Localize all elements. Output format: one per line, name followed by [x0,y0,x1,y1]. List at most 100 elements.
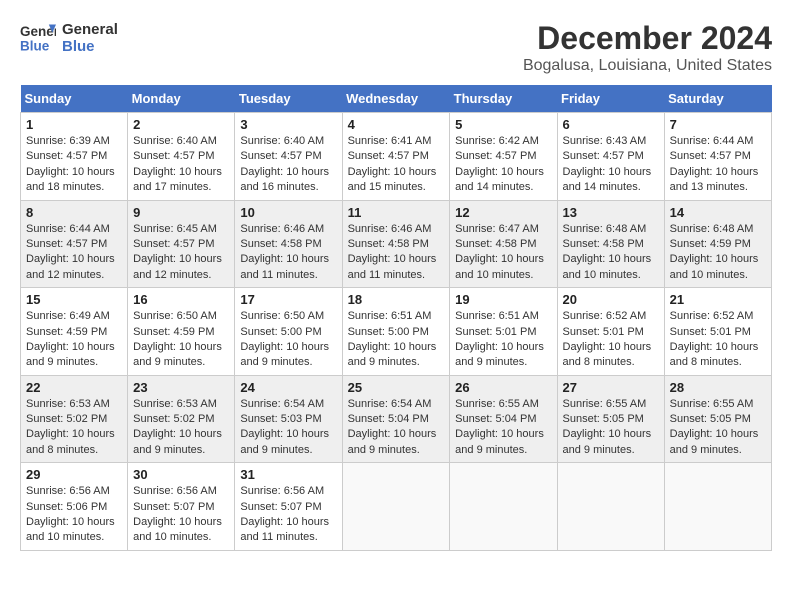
calendar-day-cell: 16 Sunrise: 6:50 AMSunset: 4:59 PMDayligh… [128,288,235,376]
day-of-week-header: Tuesday [235,85,342,113]
day-of-week-header: Monday [128,85,235,113]
day-number: 12 [455,205,551,220]
day-number: 14 [670,205,766,220]
day-of-week-header: Sunday [21,85,128,113]
calendar-day-cell: 24 Sunrise: 6:54 AMSunset: 5:03 PMDayligh… [235,375,342,463]
calendar-day-cell [664,463,771,551]
day-info-text: Sunrise: 6:50 AMSunset: 4:59 PMDaylight:… [133,309,229,371]
calendar-day-cell: 18Sunrise: 6:51 AMSunset: 5:00 PMDayligh… [342,288,450,376]
calendar-day-cell: 3 Sunrise: 6:40 AMSunset: 4:57 PMDaylight… [235,113,342,201]
title-area: December 2024 Bogalusa, Louisiana, Unite… [523,20,772,75]
calendar-day-cell: 9 Sunrise: 6:45 AMSunset: 4:57 PMDaylight… [128,200,235,288]
day-number: 10 [240,205,336,220]
day-number: 21 [670,292,766,307]
calendar-day-cell: 25Sunrise: 6:54 AMSunset: 5:04 PMDayligh… [342,375,450,463]
day-number: 8 [26,205,122,220]
day-info-text: Sunrise: 6:55 AMSunset: 5:05 PMDaylight:… [670,397,766,459]
calendar-week-row: 15 Sunrise: 6:49 AMSunset: 4:59 PMDayligh… [21,288,772,376]
day-of-week-header: Saturday [664,85,771,113]
day-info-text: Sunrise: 6:40 AMSunset: 4:57 PMDaylight:… [240,134,336,196]
day-number: 19 [455,292,551,307]
day-info-text: Sunrise: 6:44 AMSunset: 4:57 PMDaylight:… [26,222,122,284]
calendar-day-cell: 13 Sunrise: 6:48 AMSunset: 4:58 PMDayligh… [557,200,664,288]
day-number: 30 [133,467,229,482]
calendar-day-cell: 5 Sunrise: 6:42 AMSunset: 4:57 PMDaylight… [450,113,557,201]
calendar-day-cell: 15 Sunrise: 6:49 AMSunset: 4:59 PMDayligh… [21,288,128,376]
day-of-week-header: Friday [557,85,664,113]
day-number: 18 [348,292,445,307]
calendar-day-cell: 11 Sunrise: 6:46 AMSunset: 4:58 PMDayligh… [342,200,450,288]
day-number: 23 [133,380,229,395]
day-info-text: Sunrise: 6:44 AMSunset: 4:57 PMDaylight:… [670,134,766,196]
calendar-week-row: 22Sunrise: 6:53 AMSunset: 5:02 PMDayligh… [21,375,772,463]
day-of-week-header: Wednesday [342,85,450,113]
calendar-day-cell [450,463,557,551]
location-title: Bogalusa, Louisiana, United States [523,57,772,75]
calendar-day-cell: 14Sunrise: 6:48 AMSunset: 4:59 PMDayligh… [664,200,771,288]
calendar-week-row: 1Sunrise: 6:39 AMSunset: 4:57 PMDaylight… [21,113,772,201]
day-info-text: Sunrise: 6:41 AMSunset: 4:57 PMDaylight:… [348,134,445,196]
calendar-table: SundayMondayTuesdayWednesdayThursdayFrid… [20,85,772,551]
day-info-text: Sunrise: 6:52 AMSunset: 5:01 PMDaylight:… [563,309,659,371]
day-info-text: Sunrise: 6:48 AMSunset: 4:58 PMDaylight:… [563,222,659,284]
calendar-day-cell: 8 Sunrise: 6:44 AMSunset: 4:57 PMDaylight… [21,200,128,288]
day-info-text: Sunrise: 6:56 AMSunset: 5:07 PMDaylight:… [240,484,336,546]
day-number: 31 [240,467,336,482]
calendar-day-cell: 2 Sunrise: 6:40 AMSunset: 4:57 PMDaylight… [128,113,235,201]
day-number: 28 [670,380,766,395]
generalblue-logo-icon: General Blue [20,20,56,56]
day-number: 9 [133,205,229,220]
calendar-day-cell: 12 Sunrise: 6:47 AMSunset: 4:58 PMDayligh… [450,200,557,288]
day-info-text: Sunrise: 6:46 AMSunset: 4:58 PMDaylight:… [240,222,336,284]
day-number: 4 [348,117,445,132]
day-number: 5 [455,117,551,132]
day-info-text: Sunrise: 6:42 AMSunset: 4:57 PMDaylight:… [455,134,551,196]
calendar-day-cell: 21Sunrise: 6:52 AMSunset: 5:01 PMDayligh… [664,288,771,376]
day-info-text: Sunrise: 6:53 AMSunset: 5:02 PMDaylight:… [26,397,122,459]
calendar-day-cell: 19 Sunrise: 6:51 AMSunset: 5:01 PMDayligh… [450,288,557,376]
calendar-day-cell: 29Sunrise: 6:56 AMSunset: 5:06 PMDayligh… [21,463,128,551]
day-number: 3 [240,117,336,132]
day-number: 17 [240,292,336,307]
day-info-text: Sunrise: 6:54 AMSunset: 5:03 PMDaylight:… [240,397,336,459]
calendar-day-cell: 27Sunrise: 6:55 AMSunset: 5:05 PMDayligh… [557,375,664,463]
day-number: 6 [563,117,659,132]
calendar-day-cell: 26Sunrise: 6:55 AMSunset: 5:04 PMDayligh… [450,375,557,463]
day-info-text: Sunrise: 6:49 AMSunset: 4:59 PMDaylight:… [26,309,122,371]
calendar-week-row: 8 Sunrise: 6:44 AMSunset: 4:57 PMDaylight… [21,200,772,288]
day-info-text: Sunrise: 6:43 AMSunset: 4:57 PMDaylight:… [563,134,659,196]
calendar-day-cell: 31 Sunrise: 6:56 AMSunset: 5:07 PMDayligh… [235,463,342,551]
day-info-text: Sunrise: 6:45 AMSunset: 4:57 PMDaylight:… [133,222,229,284]
day-number: 11 [348,205,445,220]
calendar-body: 1Sunrise: 6:39 AMSunset: 4:57 PMDaylight… [21,113,772,551]
day-number: 15 [26,292,122,307]
day-number: 24 [240,380,336,395]
calendar-day-cell: 1Sunrise: 6:39 AMSunset: 4:57 PMDaylight… [21,113,128,201]
calendar-day-cell [557,463,664,551]
header: General Blue General Blue December 2024 … [20,20,772,75]
day-info-text: Sunrise: 6:51 AMSunset: 5:01 PMDaylight:… [455,309,551,371]
day-number: 2 [133,117,229,132]
day-info-text: Sunrise: 6:56 AMSunset: 5:07 PMDaylight:… [133,484,229,546]
day-number: 25 [348,380,445,395]
day-number: 26 [455,380,551,395]
day-of-week-header: Thursday [450,85,557,113]
calendar-day-cell: 22Sunrise: 6:53 AMSunset: 5:02 PMDayligh… [21,375,128,463]
calendar-week-row: 29Sunrise: 6:56 AMSunset: 5:06 PMDayligh… [21,463,772,551]
calendar-day-cell: 7Sunrise: 6:44 AMSunset: 4:57 PMDaylight… [664,113,771,201]
calendar-day-cell: 20Sunrise: 6:52 AMSunset: 5:01 PMDayligh… [557,288,664,376]
calendar-day-cell: 4 Sunrise: 6:41 AMSunset: 4:57 PMDaylight… [342,113,450,201]
calendar-day-cell: 23 Sunrise: 6:53 AMSunset: 5:02 PMDayligh… [128,375,235,463]
day-info-text: Sunrise: 6:50 AMSunset: 5:00 PMDaylight:… [240,309,336,371]
day-info-text: Sunrise: 6:47 AMSunset: 4:58 PMDaylight:… [455,222,551,284]
day-info-text: Sunrise: 6:53 AMSunset: 5:02 PMDaylight:… [133,397,229,459]
day-number: 13 [563,205,659,220]
day-info-text: Sunrise: 6:40 AMSunset: 4:57 PMDaylight:… [133,134,229,196]
calendar-day-cell: 10 Sunrise: 6:46 AMSunset: 4:58 PMDayligh… [235,200,342,288]
calendar-day-cell: 17 Sunrise: 6:50 AMSunset: 5:00 PMDayligh… [235,288,342,376]
day-number: 16 [133,292,229,307]
day-number: 27 [563,380,659,395]
logo: General Blue General Blue [20,20,118,56]
logo-line1: General [62,21,118,38]
day-info-text: Sunrise: 6:46 AMSunset: 4:58 PMDaylight:… [348,222,445,284]
